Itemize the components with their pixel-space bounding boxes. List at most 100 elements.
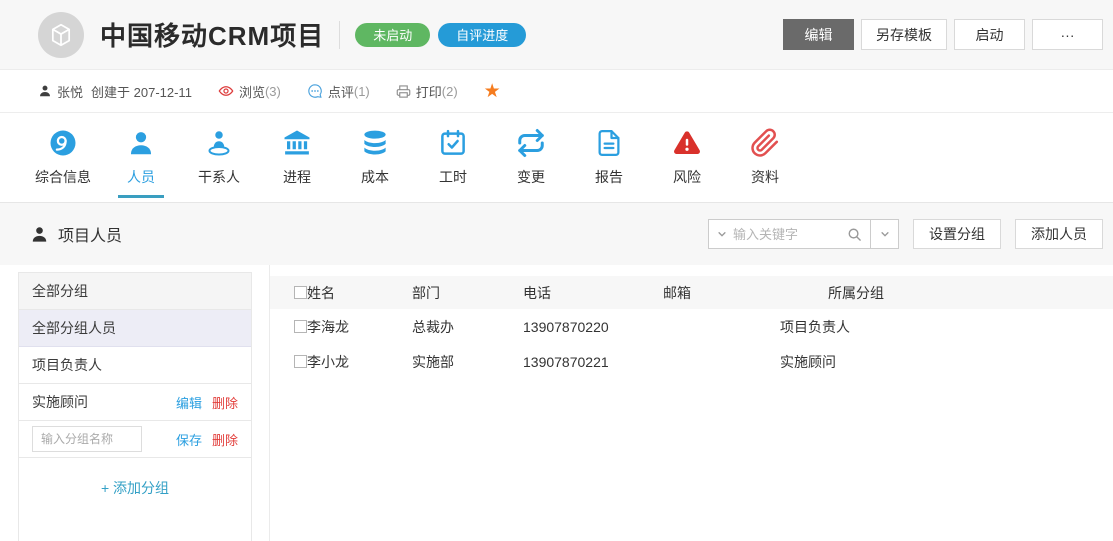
tab-label: 成本 bbox=[361, 167, 389, 187]
tab-label: 进程 bbox=[283, 167, 311, 187]
change-icon bbox=[516, 128, 546, 158]
cell-dept: 实施部 bbox=[412, 352, 523, 372]
tab-label: 风险 bbox=[673, 167, 701, 187]
column-header-group: 所属分组 bbox=[828, 283, 1113, 303]
cell-phone: 13907870220 bbox=[523, 319, 663, 335]
owner-name: 张悦 bbox=[57, 82, 83, 101]
section-title-text: 项目人员 bbox=[58, 222, 122, 246]
search-box[interactable] bbox=[708, 219, 871, 249]
column-header-phone: 电话 bbox=[523, 283, 663, 303]
views-stat[interactable]: 浏览(3) bbox=[218, 82, 281, 101]
tab-label: 综合信息 bbox=[35, 167, 91, 187]
search-dropdown-button[interactable] bbox=[871, 219, 899, 249]
tab-cost[interactable]: 成本 bbox=[336, 113, 414, 202]
sidebar-item-label: 项目负责人 bbox=[32, 355, 102, 375]
comment-icon bbox=[307, 83, 323, 99]
column-header-name: 姓名 bbox=[307, 283, 412, 303]
search-input[interactable] bbox=[733, 227, 847, 242]
table-row[interactable]: 李海龙 总裁办 13907870220 项目负责人 bbox=[270, 309, 1113, 344]
print-label: 打印 bbox=[416, 82, 442, 101]
sidebar-item-project-leader[interactable]: 项目负责人 bbox=[19, 347, 251, 384]
print-count: (2) bbox=[442, 84, 458, 99]
add-group-link[interactable]: + 添加分组 bbox=[19, 458, 251, 518]
toolbar-actions: 设置分组 添加人员 bbox=[708, 219, 1103, 249]
created-date: 创建于 207-12-11 bbox=[91, 82, 192, 101]
timesheet-icon bbox=[438, 128, 468, 158]
add-member-button[interactable]: 添加人员 bbox=[1015, 219, 1103, 249]
divider bbox=[339, 21, 340, 49]
risk-icon bbox=[672, 128, 702, 158]
tab-label: 工时 bbox=[439, 167, 467, 187]
chevron-down-icon[interactable] bbox=[717, 229, 727, 239]
search-icon[interactable] bbox=[847, 227, 862, 242]
row-checkbox[interactable] bbox=[294, 355, 307, 368]
edit-group-link[interactable]: 编辑 bbox=[176, 393, 202, 412]
cell-name: 李海龙 bbox=[307, 317, 412, 337]
favorite-star-icon[interactable]: ★ bbox=[484, 82, 501, 101]
edit-button[interactable]: 编辑 bbox=[783, 19, 854, 50]
section-toolbar: 项目人员 设置分组 添加人员 bbox=[0, 203, 1113, 265]
user-icon bbox=[38, 84, 52, 98]
tab-risks[interactable]: 风险 bbox=[648, 113, 726, 202]
views-count: (3) bbox=[265, 84, 281, 99]
project-logo bbox=[38, 12, 84, 58]
printer-icon bbox=[396, 84, 411, 99]
set-group-button[interactable]: 设置分组 bbox=[913, 219, 1001, 249]
tab-overview[interactable]: 综合信息 bbox=[24, 113, 102, 202]
cell-group: 实施顾问 bbox=[780, 352, 1113, 372]
comments-stat[interactable]: 点评(1) bbox=[307, 82, 370, 101]
save-group-link[interactable]: 保存 bbox=[176, 430, 202, 449]
tab-materials[interactable]: 资料 bbox=[726, 113, 804, 202]
group-name-input[interactable] bbox=[32, 426, 142, 452]
select-all-checkbox[interactable] bbox=[294, 286, 307, 299]
start-button[interactable]: 启动 bbox=[954, 19, 1025, 50]
tab-label: 变更 bbox=[517, 167, 545, 187]
tab-label: 报告 bbox=[595, 167, 623, 187]
tab-process[interactable]: 进程 bbox=[258, 113, 336, 202]
cell-dept: 总裁办 bbox=[412, 317, 523, 337]
process-icon bbox=[282, 128, 312, 158]
search-group bbox=[708, 219, 899, 249]
cell-phone: 13907870221 bbox=[523, 354, 663, 370]
creator-info: 张悦 创建于 207-12-11 bbox=[38, 82, 192, 101]
progress-badge[interactable]: 自评进度 bbox=[438, 23, 526, 47]
group-header-label: 全部分组 bbox=[32, 281, 88, 301]
column-header-dept: 部门 bbox=[412, 283, 523, 303]
cube-icon bbox=[47, 21, 75, 49]
row-checkbox[interactable] bbox=[294, 320, 307, 333]
tab-timesheet[interactable]: 工时 bbox=[414, 113, 492, 202]
print-stat[interactable]: 打印(2) bbox=[396, 82, 458, 101]
delete-new-group-link[interactable]: 删除 bbox=[212, 430, 238, 449]
overview-icon bbox=[48, 128, 78, 158]
sidebar-new-group-row: 保存 删除 bbox=[19, 421, 251, 458]
group-sidebar: 全部分组 全部分组人员 项目负责人 实施顾问 编辑 删除 保存 删除 + 添加分… bbox=[18, 272, 252, 541]
members-icon bbox=[126, 128, 156, 158]
table-row[interactable]: 李小龙 实施部 13907870221 实施顾问 bbox=[270, 344, 1113, 379]
sidebar-item-label: 实施顾问 bbox=[32, 392, 88, 412]
cell-name: 李小龙 bbox=[307, 352, 412, 372]
sidebar-item-consultant[interactable]: 实施顾问 编辑 删除 bbox=[19, 384, 251, 421]
member-icon bbox=[30, 225, 49, 244]
members-table: 姓名 部门 电话 邮箱 所属分组 李海龙 总裁办 13907870220 项目负… bbox=[269, 265, 1113, 541]
status-badge: 未启动 bbox=[355, 23, 430, 47]
sidebar-group-header: 全部分组 bbox=[19, 273, 251, 310]
tab-label: 人员 bbox=[127, 167, 155, 187]
tab-stakeholders[interactable]: 干系人 bbox=[180, 113, 258, 202]
comments-label: 点评 bbox=[328, 82, 354, 101]
more-button[interactable]: ··· bbox=[1032, 19, 1103, 50]
tab-reports[interactable]: 报告 bbox=[570, 113, 648, 202]
stakeholder-icon bbox=[204, 128, 234, 158]
column-header-email: 邮箱 bbox=[663, 283, 828, 303]
save-as-template-button[interactable]: 另存模板 bbox=[861, 19, 947, 50]
report-icon bbox=[594, 128, 624, 158]
tab-members[interactable]: 人员 bbox=[102, 113, 180, 202]
material-icon bbox=[750, 128, 780, 158]
tab-changes[interactable]: 变更 bbox=[492, 113, 570, 202]
sidebar-item-all-members[interactable]: 全部分组人员 bbox=[19, 310, 251, 347]
delete-group-link[interactable]: 删除 bbox=[212, 393, 238, 412]
comments-count: (1) bbox=[354, 84, 370, 99]
tab-label: 资料 bbox=[751, 167, 779, 187]
cell-group: 项目负责人 bbox=[780, 317, 1113, 337]
eye-icon bbox=[218, 83, 234, 99]
module-tabs: 综合信息 人员 干系人 进程 bbox=[0, 113, 1113, 203]
